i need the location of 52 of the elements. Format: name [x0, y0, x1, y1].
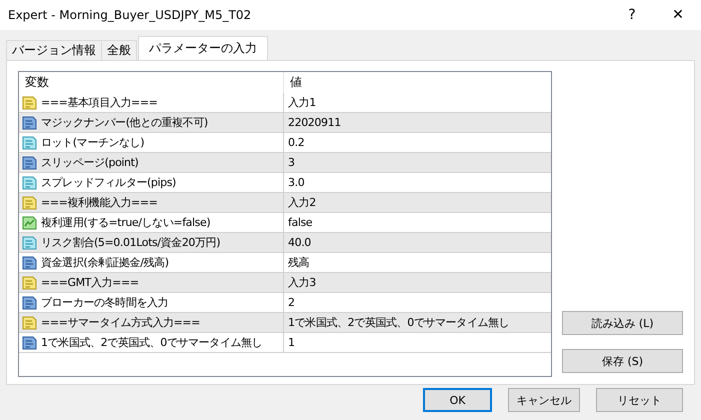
parameter-name: ===基本項目入力===: [41, 95, 158, 110]
parameter-value[interactable]: 3: [288, 156, 295, 169]
type-icon: [22, 256, 37, 270]
tab[interactable]: 全般: [101, 40, 137, 60]
parameter-value[interactable]: 入力2: [288, 195, 316, 210]
parameter-value[interactable]: 残高: [288, 255, 310, 270]
dialog-button[interactable]: OK: [423, 388, 492, 412]
parameter-name: リスク割合(5=0.01Lots/資金20万円): [41, 235, 220, 250]
type-icon: [22, 196, 37, 210]
type-icon: [22, 176, 37, 190]
parameter-name: マジックナンバー(他との重複不可): [41, 115, 208, 130]
parameter-value[interactable]: 0.2: [288, 136, 304, 149]
parameter-name: 複利運用(する=true/しない=false): [41, 215, 210, 230]
type-icon: [22, 276, 37, 290]
parameter-name: 資金選択(余剰証拠金/残高): [41, 255, 169, 270]
dialog-button[interactable]: キャンセル: [508, 388, 580, 412]
parameter-value[interactable]: 2: [288, 296, 295, 309]
type-icon: [22, 316, 37, 330]
parameter-name: ===サマータイム方式入力===: [41, 315, 200, 330]
parameter-value[interactable]: 1で米国式、2で英国式、0でサマータイム無し: [288, 315, 510, 330]
parameter-name: スプレッドフィルター(pips): [41, 175, 176, 190]
window-title: Expert - Morning_Buyer_USDJPY_M5_T02: [8, 8, 252, 22]
column-header[interactable]: 値: [284, 72, 551, 93]
side-button[interactable]: 読み込み (L): [562, 311, 683, 335]
side-button[interactable]: 保存 (S): [562, 349, 683, 373]
close-button[interactable]: ✕: [655, 0, 701, 30]
parameter-name: ===複利機能入力===: [41, 195, 158, 210]
parameter-name: スリッページ(point): [41, 155, 138, 170]
parameter-name: ブローカーの冬時間を入力: [41, 295, 168, 310]
parameter-value[interactable]: 40.0: [288, 236, 311, 249]
type-icon: [22, 156, 37, 170]
parameter-value[interactable]: 3.0: [288, 176, 304, 189]
type-icon: [22, 296, 37, 310]
type-icon: [22, 116, 37, 130]
type-icon: [22, 216, 37, 230]
type-icon: [22, 96, 37, 110]
parameter-value[interactable]: false: [288, 216, 312, 229]
parameter-value[interactable]: 1: [288, 336, 295, 349]
parameter-value[interactable]: 入力1: [288, 95, 316, 110]
tab[interactable]: パラメーターの入力: [138, 36, 268, 60]
type-icon: [22, 236, 37, 250]
dialog-button[interactable]: リセット: [596, 388, 683, 412]
parameter-name: ===GMT入力===: [41, 275, 139, 290]
tab[interactable]: バージョン情報: [6, 40, 102, 60]
help-button[interactable]: ?: [609, 0, 655, 30]
type-icon: [22, 336, 37, 350]
parameter-name: 1で米国式、2で英国式、0でサマータイム無し: [41, 335, 262, 350]
type-icon: [22, 136, 37, 150]
parameter-value[interactable]: 22020911: [288, 116, 341, 129]
parameter-name: ロット(マーチンなし): [41, 135, 144, 150]
parameter-value[interactable]: 入力3: [288, 275, 316, 290]
column-header[interactable]: 変数: [19, 72, 284, 93]
